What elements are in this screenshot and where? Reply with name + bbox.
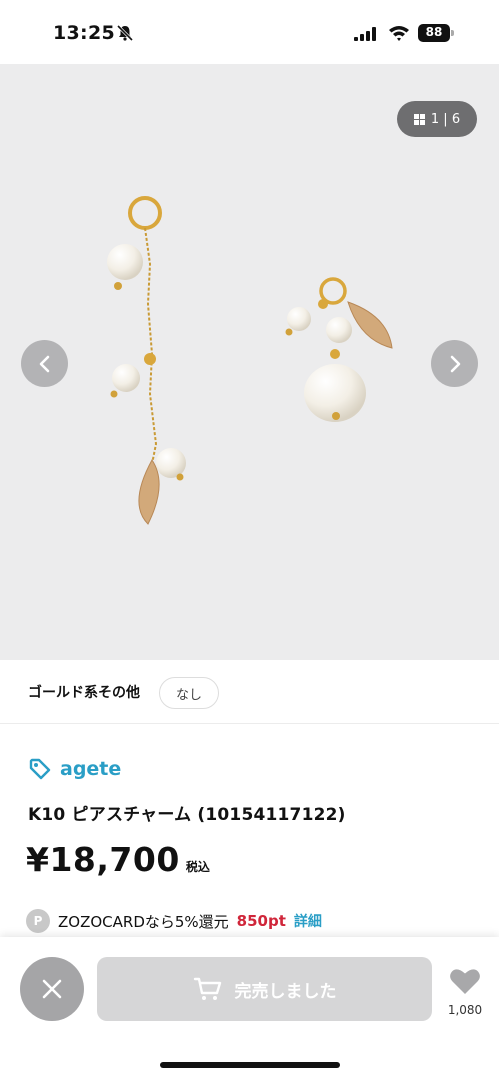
cart-icon [193,977,221,1000]
favorite-count: 1,080 [447,1003,483,1017]
image-counter[interactable]: 1 | 6 [397,101,477,137]
status-bar: 13:25 88 [0,0,499,64]
price: ¥18,700 [26,840,180,879]
bottom-action-bar: 完売しました 1,080 [0,937,499,1080]
color-size-row: ゴールド系その他 なし [0,660,499,724]
product-name: K10 ピアスチャーム (10154117122) [28,805,346,825]
signal-icon [354,27,376,41]
points-badge-icon: P [26,909,50,933]
product-image-gallery[interactable]: 1 | 6 [0,64,499,660]
brand-name: agete [60,758,122,780]
status-time: 13:25 [53,22,115,44]
favorite-button[interactable]: 1,080 [444,967,486,1017]
color-name: ゴールド系その他 [28,685,140,701]
battery-level: 88 [425,25,443,39]
image-counter-text: 1 | 6 [430,111,461,127]
grid-icon [413,113,425,125]
size-chip[interactable]: なし [159,677,219,709]
product-image [107,196,393,525]
close-button[interactable] [20,957,84,1021]
bell-slash-icon [116,24,134,42]
brand-link[interactable]: agete [28,755,121,783]
chevron-left-icon [39,355,49,372]
previous-image-button[interactable] [21,340,68,387]
cart-button-label: 完売しました [234,981,337,1002]
chevron-right-icon [450,355,460,372]
price-row: ¥18,700 税込 [26,840,210,879]
add-to-cart-button[interactable]: 完売しました [97,957,432,1021]
tag-icon [29,758,51,780]
battery-icon: 88 [418,24,454,42]
next-image-button[interactable] [431,340,478,387]
tax-label: 税込 [185,860,210,874]
zozocard-row: P ZOZOCARDなら5%還元 850pt 詳細 [26,909,322,933]
points-value: 850pt [236,912,286,930]
detail-link[interactable]: 詳細 [294,911,322,931]
wifi-icon [389,26,409,41]
home-indicator [160,1062,340,1068]
heart-icon [450,969,480,994]
close-icon [42,979,62,999]
zozocard-text: ZOZOCARDなら5%還元 [58,912,229,931]
